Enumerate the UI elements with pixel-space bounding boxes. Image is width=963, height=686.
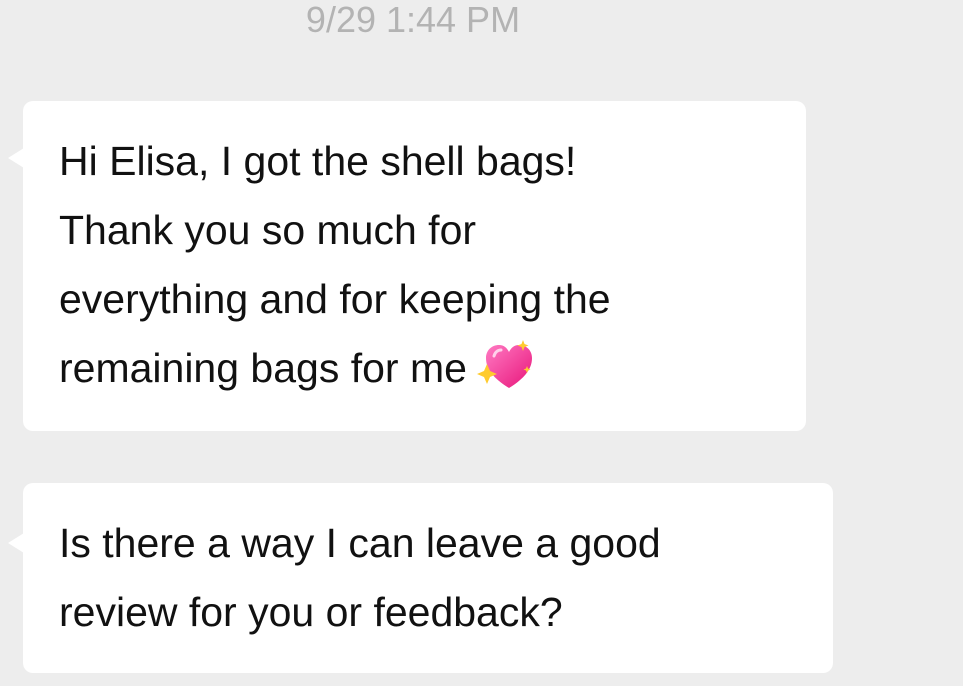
message-bubble[interactable]: Is there a way I can leave a good review… — [23, 483, 833, 673]
sparkling-heart-icon — [476, 336, 535, 394]
message-timestamp: 9/29 1:44 PM — [305, 0, 521, 40]
bubble-tail — [8, 533, 24, 553]
message-text-line: Thank you so much for — [59, 207, 477, 253]
message-text-line: Is there a way I can leave a good — [59, 520, 661, 566]
message-last-line: remaining bags for me — [59, 334, 770, 403]
message-text-line: review for you or feedback? — [59, 589, 563, 635]
message-text-line: remaining bags for me — [59, 345, 467, 391]
message-text-line: Hi Elisa, I got the shell bags! — [59, 138, 577, 184]
message-bubble[interactable]: Hi Elisa, I got the shell bags! Thank yo… — [23, 101, 806, 431]
bubble-tail — [8, 148, 24, 168]
message-text-line: everything and for keeping the — [59, 276, 611, 322]
